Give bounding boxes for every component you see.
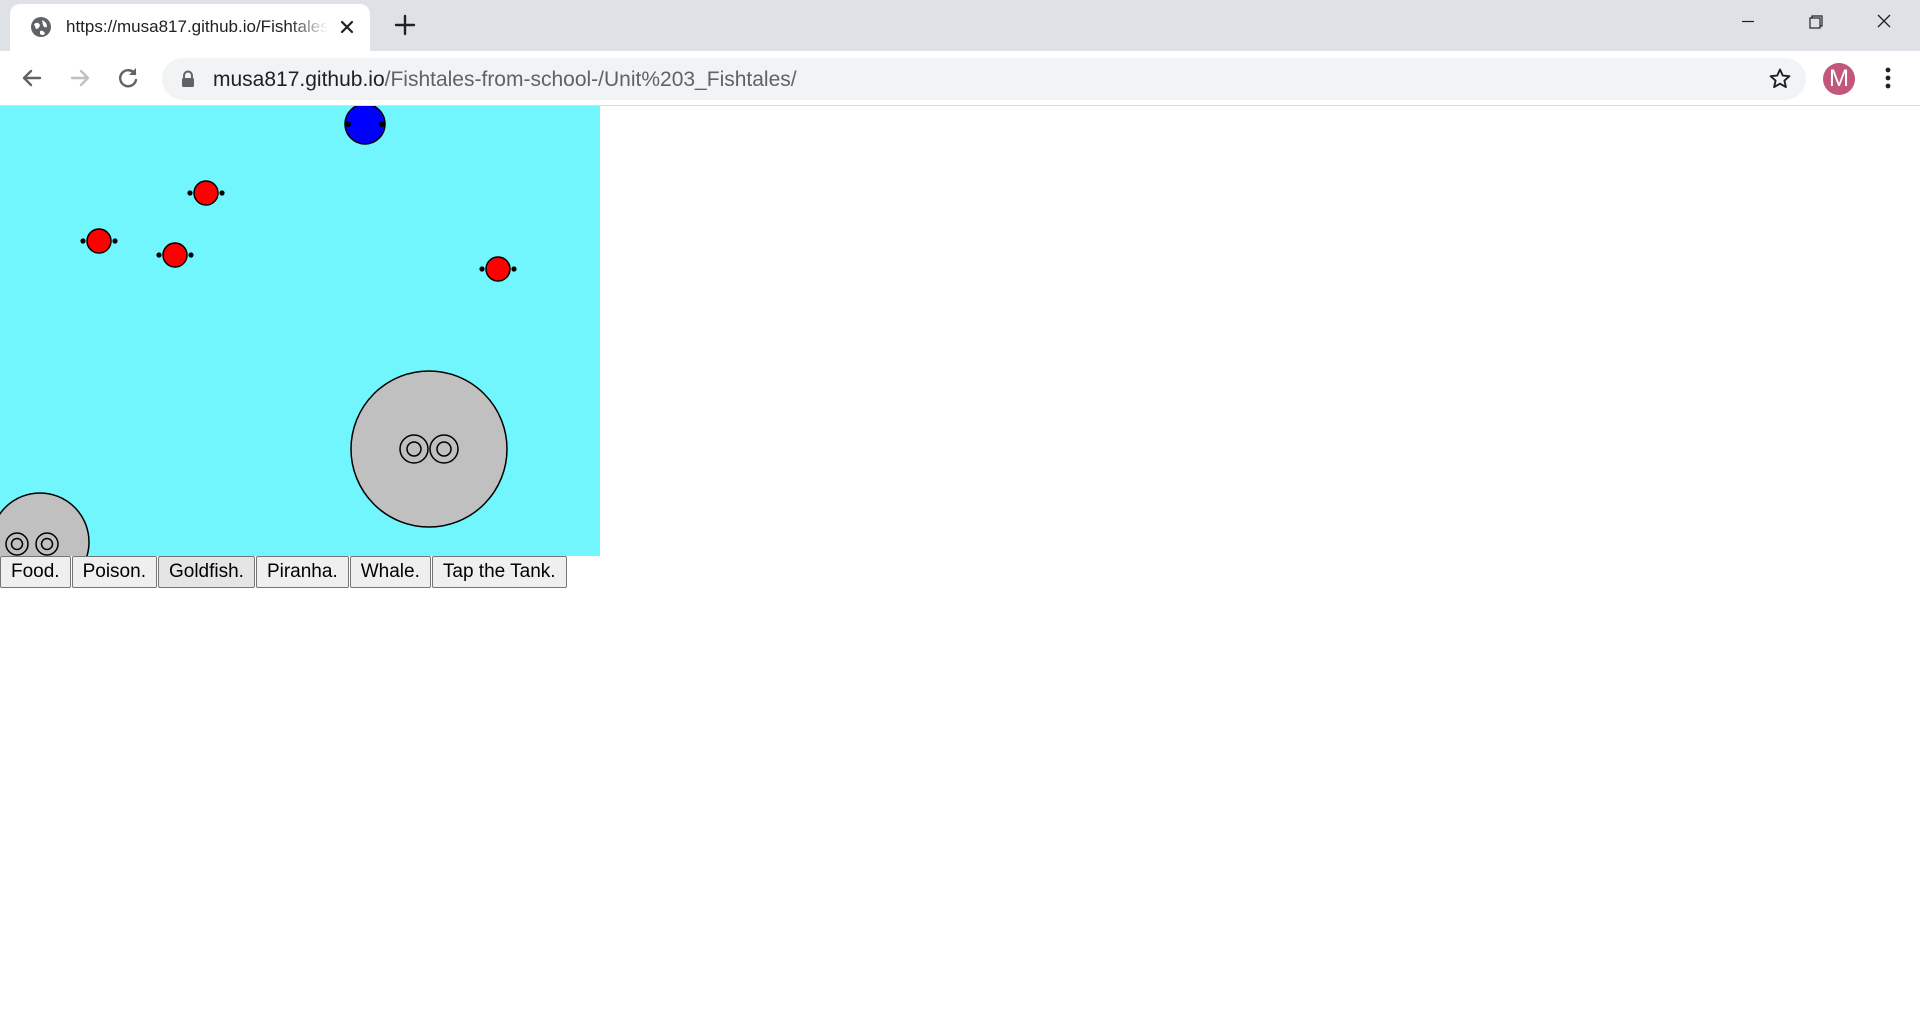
poison-button[interactable]: Poison. bbox=[71, 556, 157, 588]
control-buttons: Food. Poison. Goldfish. Piranha. Whale. … bbox=[0, 556, 568, 588]
goldfish bbox=[479, 256, 517, 282]
url-path: /Fishtales-from-school-/Unit%203_Fishtal… bbox=[384, 68, 797, 91]
goldfish bbox=[187, 180, 225, 206]
fish-tank[interactable] bbox=[0, 106, 600, 556]
goldfish bbox=[80, 228, 118, 254]
tab-strip: https://musa817.github.io/Fishtales-from… bbox=[0, 0, 1920, 51]
address-bar[interactable]: musa817.github.io/Fishtales-from-school-… bbox=[162, 58, 1806, 100]
reload-icon[interactable] bbox=[114, 64, 142, 92]
whale bbox=[350, 370, 508, 528]
more-menu-icon[interactable] bbox=[1874, 64, 1902, 92]
browser-tab[interactable]: https://musa817.github.io/Fishtales-from… bbox=[10, 4, 370, 51]
goldfish bbox=[156, 242, 194, 268]
new-tab-icon[interactable] bbox=[390, 12, 420, 38]
minimize-icon[interactable] bbox=[1714, 0, 1782, 44]
close-window-icon[interactable] bbox=[1850, 0, 1918, 44]
url-host: musa817.github.io bbox=[213, 68, 385, 91]
whale-button[interactable]: Whale. bbox=[349, 556, 431, 588]
profile-avatar[interactable]: M bbox=[1823, 63, 1855, 95]
fish-tank-canvas[interactable] bbox=[0, 106, 600, 556]
globe-icon bbox=[31, 17, 51, 37]
restore-icon[interactable] bbox=[1782, 0, 1850, 44]
back-icon[interactable] bbox=[18, 64, 46, 92]
goldfish-button[interactable]: Goldfish. bbox=[157, 556, 255, 588]
forward-icon[interactable] bbox=[66, 64, 94, 92]
food-pellet bbox=[344, 106, 386, 145]
bookmark-star-icon[interactable] bbox=[1768, 67, 1792, 91]
whale bbox=[0, 492, 90, 556]
piranha-button[interactable]: Piranha. bbox=[255, 556, 349, 588]
page-content: Food. Poison. Goldfish. Piranha. Whale. … bbox=[0, 106, 1920, 1020]
lock-icon[interactable] bbox=[180, 70, 196, 88]
close-tab-icon[interactable] bbox=[336, 16, 358, 38]
food-button[interactable]: Food. bbox=[0, 556, 71, 588]
tap-tank-button[interactable]: Tap the Tank. bbox=[431, 556, 567, 588]
url-text[interactable]: musa817.github.io/Fishtales-from-school-… bbox=[213, 68, 797, 92]
browser-toolbar: musa817.github.io/Fishtales-from-school-… bbox=[0, 51, 1920, 106]
tab-title: https://musa817.github.io/Fishtales-from… bbox=[66, 17, 328, 36]
